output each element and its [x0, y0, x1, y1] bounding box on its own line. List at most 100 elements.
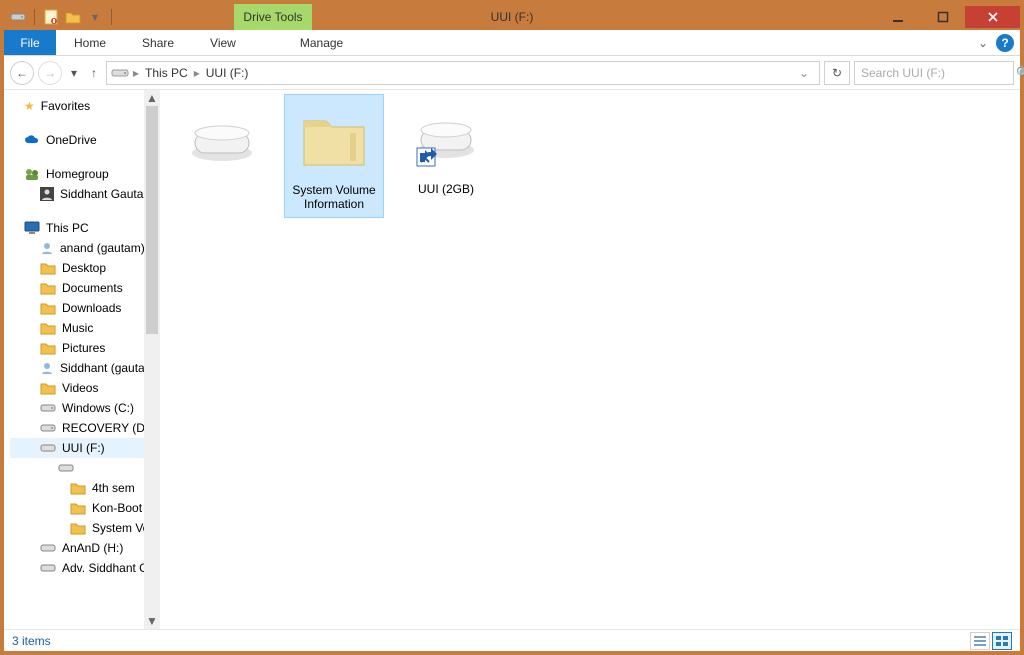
- item-uui-2gb[interactable]: UUI (2GB): [396, 94, 496, 202]
- drive-shortcut-icon: [406, 98, 486, 178]
- tree-this-pc[interactable]: This PC: [10, 218, 144, 238]
- tree-homegroup[interactable]: Homegroup: [10, 164, 144, 184]
- tree-label: This PC: [46, 221, 89, 235]
- minimize-button[interactable]: [875, 6, 920, 28]
- tab-manage[interactable]: Manage: [282, 30, 361, 55]
- tree-label: Favorites: [41, 99, 90, 113]
- tree-item[interactable]: Desktop: [10, 258, 144, 278]
- forward-button[interactable]: →: [38, 61, 62, 85]
- folder-icon: [70, 481, 86, 495]
- recent-locations-icon[interactable]: ▾: [66, 61, 82, 85]
- tree-view[interactable]: ★ Favorites OneDrive Homegroup: [4, 90, 144, 629]
- breadcrumb-this-pc[interactable]: This PC: [143, 66, 190, 80]
- tree-item[interactable]: AnAnD (H:): [10, 538, 144, 558]
- tree-item[interactable]: Kon-Boot 2.3: [10, 498, 144, 518]
- address-dropdown-icon[interactable]: ⌄: [793, 66, 815, 80]
- tree-label: AnAnD (H:): [62, 541, 123, 555]
- navigation-bar: ← → ▾ ↑ ▸ This PC ▸ UUI (F:) ⌄ ↻ 🔍: [4, 56, 1020, 90]
- tree-label: Windows (C:): [62, 401, 134, 415]
- tree-label: Desktop: [62, 261, 106, 275]
- item-icon: [40, 281, 56, 295]
- homegroup-icon: [24, 167, 40, 181]
- search-box[interactable]: 🔍: [854, 61, 1014, 85]
- tree-label: Homegroup: [46, 167, 109, 181]
- scroll-thumb[interactable]: [146, 106, 158, 334]
- person-icon: [40, 187, 54, 201]
- qat-dropdown-icon[interactable]: ▾: [87, 9, 103, 25]
- tab-view[interactable]: View: [192, 30, 254, 55]
- tree-item[interactable]: Music: [10, 318, 144, 338]
- up-button[interactable]: ↑: [86, 61, 102, 85]
- title-bar: ▾ Drive Tools UUI (F:): [4, 4, 1020, 30]
- drive-icon: [182, 98, 262, 178]
- address-bar[interactable]: ▸ This PC ▸ UUI (F:) ⌄: [106, 61, 820, 85]
- breadcrumb-separator[interactable]: ▸: [133, 66, 139, 80]
- tree-uui-blank[interactable]: [10, 458, 144, 478]
- tree-label: UUI (F:): [62, 441, 105, 455]
- properties-icon[interactable]: [43, 9, 59, 25]
- view-large-icons-button[interactable]: [992, 632, 1012, 650]
- drive-tools-context-tab[interactable]: Drive Tools: [234, 4, 312, 30]
- item-icon: [40, 301, 56, 315]
- drive-icon: [58, 463, 74, 473]
- tree-label: OneDrive: [46, 133, 97, 147]
- help-icon[interactable]: ?: [996, 34, 1014, 52]
- tree-item[interactable]: System Volume: [10, 518, 144, 538]
- tree-item[interactable]: 4th sem: [10, 478, 144, 498]
- item-icon: [40, 402, 56, 414]
- tree-uui[interactable]: UUI (F:): [10, 438, 144, 458]
- drive-icon: [10, 9, 26, 25]
- tree-homegroup-user[interactable]: Siddhant Gautam: [10, 184, 144, 204]
- breadcrumb-separator[interactable]: ▸: [194, 66, 200, 80]
- folder-icon: [294, 99, 374, 179]
- tree-label: Documents: [62, 281, 123, 295]
- refresh-button[interactable]: ↻: [824, 61, 850, 85]
- status-bar: 3 items: [4, 629, 1020, 651]
- computer-icon: [24, 221, 40, 235]
- tree-item[interactable]: Videos: [10, 378, 144, 398]
- search-input[interactable]: [861, 66, 1016, 80]
- tab-home[interactable]: Home: [56, 30, 124, 55]
- ribbon-collapse-icon[interactable]: ⌄: [970, 30, 996, 55]
- folder-icon: [70, 521, 86, 535]
- item-icon: [40, 261, 56, 275]
- item-icon: [40, 422, 56, 434]
- tree-item[interactable]: anand (gautam): [10, 238, 144, 258]
- search-icon: 🔍: [1016, 66, 1024, 80]
- breadcrumb-uui[interactable]: UUI (F:): [204, 66, 251, 80]
- maximize-button[interactable]: [920, 6, 965, 28]
- tree-label: Videos: [62, 381, 98, 395]
- view-details-button[interactable]: [970, 632, 990, 650]
- star-icon: ★: [24, 99, 35, 113]
- content-pane[interactable]: System Volume Information UUI (2GB): [160, 90, 1020, 629]
- tree-item[interactable]: RECOVERY (D:): [10, 418, 144, 438]
- tree-scrollbar[interactable]: ▲ ▼: [144, 90, 160, 629]
- item-icon: [40, 381, 56, 395]
- scroll-track[interactable]: [144, 106, 160, 613]
- window-controls: [875, 6, 1020, 28]
- item-system-volume-information[interactable]: System Volume Information: [284, 94, 384, 218]
- drive-icon: [111, 67, 129, 79]
- tab-share[interactable]: Share: [124, 30, 192, 55]
- tree-onedrive[interactable]: OneDrive: [10, 130, 144, 150]
- folder-icon[interactable]: [65, 9, 81, 25]
- tree-favorites[interactable]: ★ Favorites: [10, 96, 144, 116]
- tree-item[interactable]: Downloads: [10, 298, 144, 318]
- tree-item[interactable]: Pictures: [10, 338, 144, 358]
- navigation-pane: ★ Favorites OneDrive Homegroup: [4, 90, 160, 629]
- tree-label: anand (gautam): [60, 241, 144, 255]
- file-tab[interactable]: File: [4, 30, 56, 55]
- tree-item[interactable]: Adv. Siddhant Ga: [10, 558, 144, 578]
- close-button[interactable]: [965, 6, 1020, 28]
- back-button[interactable]: ←: [10, 61, 34, 85]
- qat-separator: [34, 9, 35, 25]
- scroll-up-icon[interactable]: ▲: [144, 90, 160, 106]
- item-unnamed-drive[interactable]: [172, 94, 272, 188]
- tree-item[interactable]: Documents: [10, 278, 144, 298]
- tree-item[interactable]: Windows (C:): [10, 398, 144, 418]
- scroll-down-icon[interactable]: ▼: [144, 613, 160, 629]
- tree-item[interactable]: Siddhant (gautam: [10, 358, 144, 378]
- folder-icon: [70, 501, 86, 515]
- tree-label: Pictures: [62, 341, 105, 355]
- item-icon: [40, 341, 56, 355]
